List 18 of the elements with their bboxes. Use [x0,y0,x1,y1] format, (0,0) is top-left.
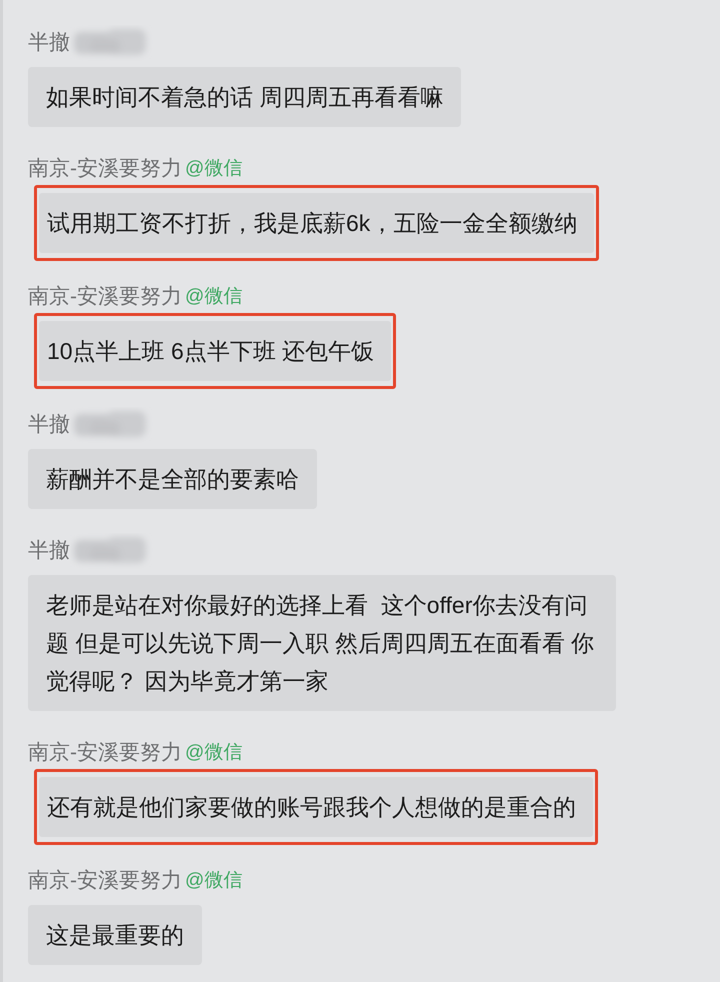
message-bubble: 还有就是他们家要做的账号跟我个人想做的是重合的 [39,777,593,837]
sender-name: 南京-安溪要努力 [28,285,182,309]
message-bubble: 10点半上班 6点半下班 还包午饭 [39,321,392,381]
sender-name: 南京-安溪要努力 [28,869,182,893]
source-label: @微信 [185,741,242,765]
source-label: @微信 [185,869,242,893]
source-label: @微信 [185,285,242,309]
sender-name: 半撤 [28,413,70,437]
message-bubble: 薪酬并不是全部的要素哈 [28,449,317,509]
sender-name: 半撤 [28,539,70,563]
sender-name: 半撤 [28,31,70,55]
message-bubble: 试用期工资不打折，我是底薪6k，五险一金全额缴纳 [39,193,594,253]
message-bubble: 这是最重要的 [28,905,202,965]
message-bubble: 老师是站在对你最好的选择上看 这个offer你去没有问题 但是可以先说下周一入职 然后周四周五在面看看 你觉得呢？ 因为毕竟才第一家 [28,575,616,711]
message-bubble: 如果时间不着急的话 周四周五再看看嘛 [28,67,462,127]
source-label: @微信 [185,157,242,181]
sender-name: 南京-安溪要努力 [28,157,182,181]
sender-name: 南京-安溪要努力 [28,741,182,765]
